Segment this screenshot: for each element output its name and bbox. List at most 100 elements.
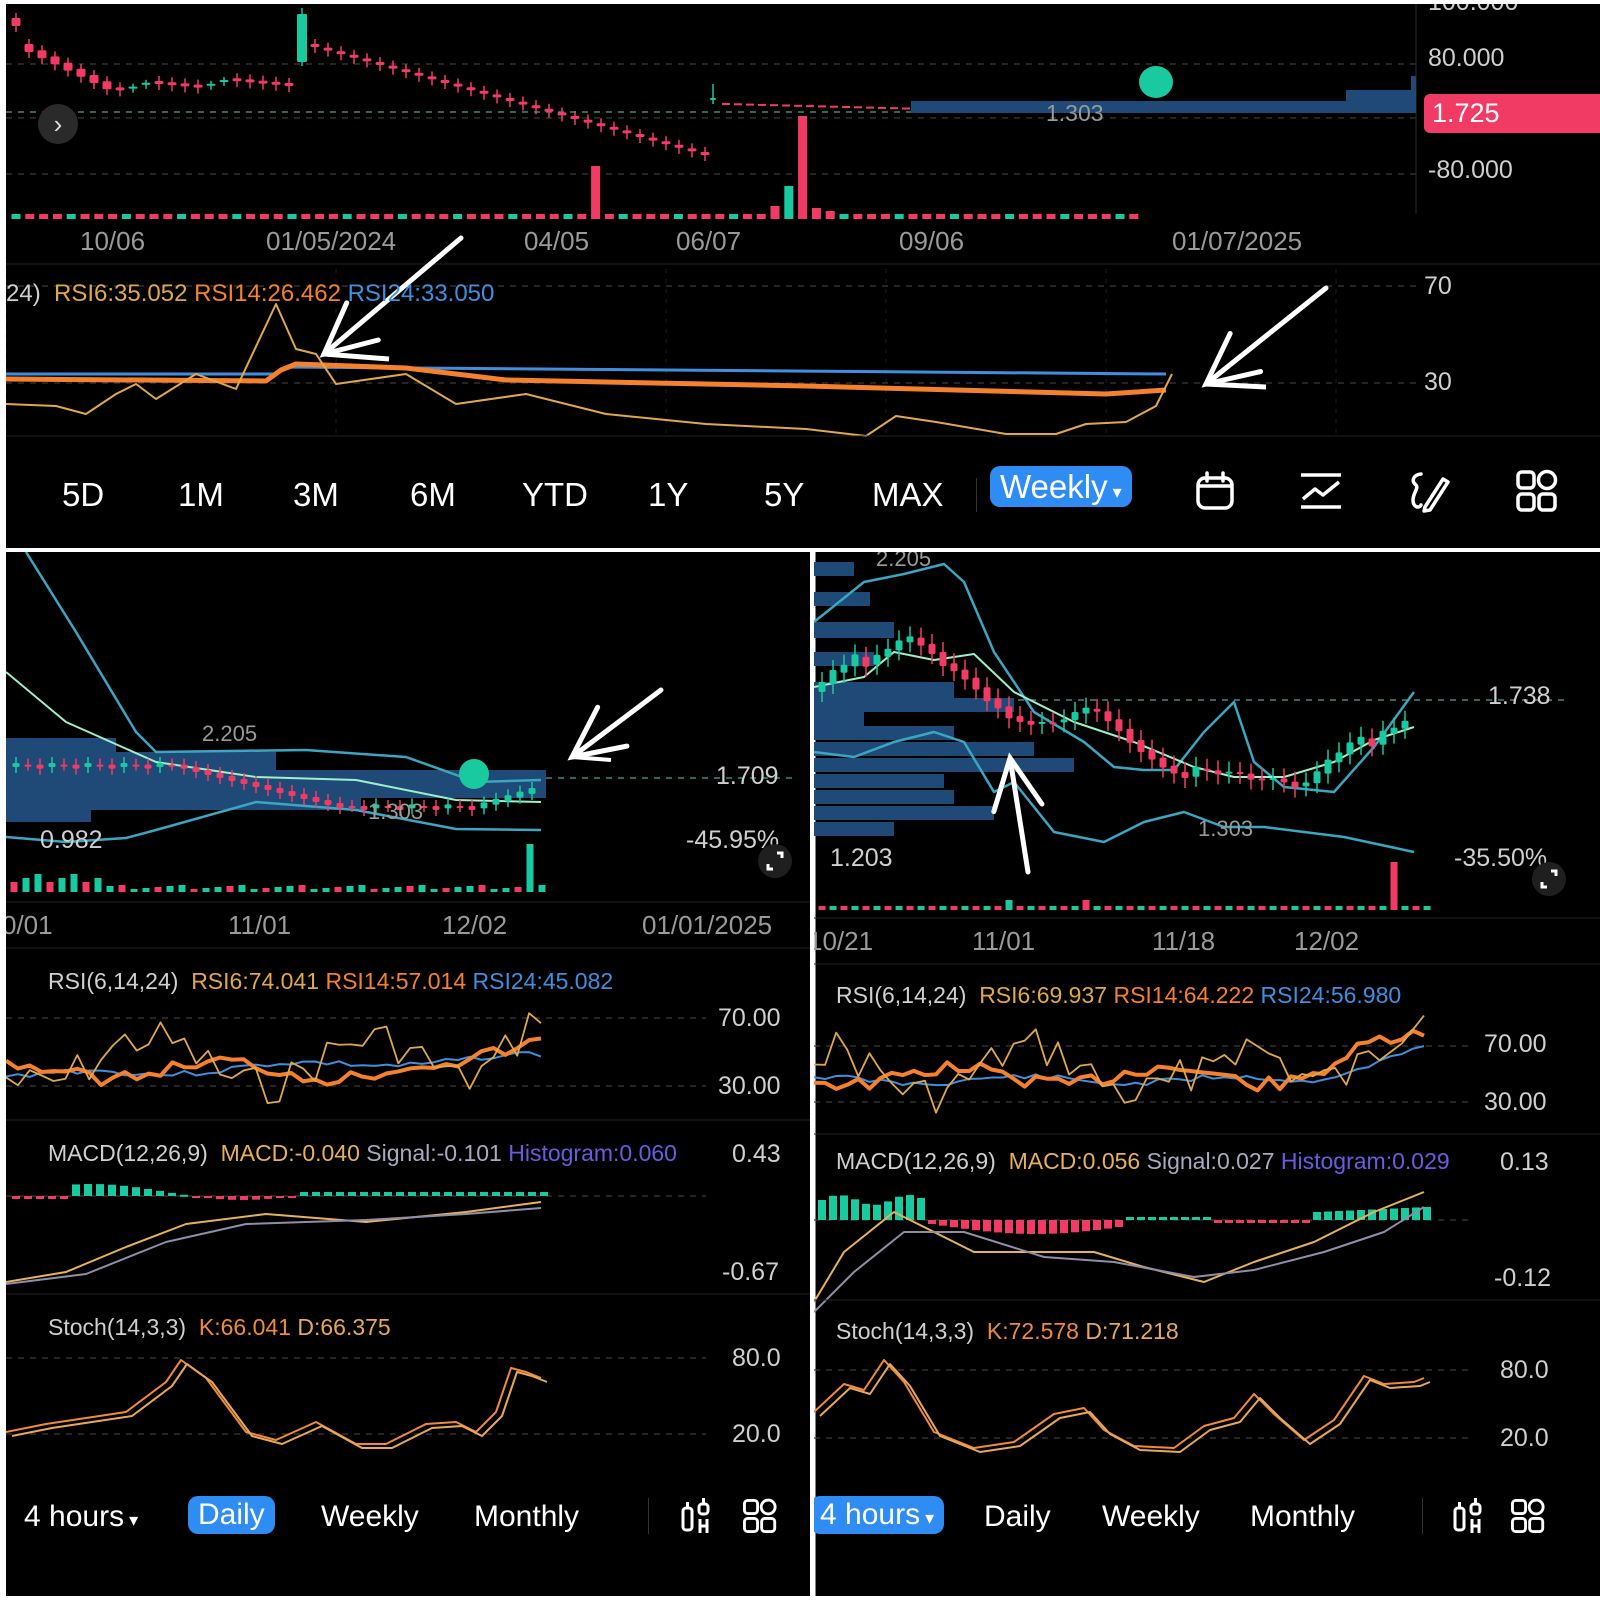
candle-body — [401, 69, 411, 73]
layout-button[interactable] — [740, 1496, 780, 1536]
volume-profile-bar — [6, 798, 361, 810]
volume-profile-bar — [6, 784, 546, 798]
macd-axis-label: 0.13 — [1500, 1148, 1549, 1176]
candle-body — [102, 81, 112, 90]
range-5d[interactable]: 5D — [62, 478, 104, 511]
indicators-button[interactable] — [1298, 468, 1344, 514]
macd-histogram-bar — [156, 1190, 164, 1196]
volume-bar — [502, 888, 510, 892]
volume-bar — [246, 214, 256, 219]
volume-bar — [1129, 214, 1139, 219]
volume-bar — [274, 887, 282, 892]
timeframe-weekly[interactable]: Weekly — [321, 1502, 419, 1532]
layout-button[interactable] — [1508, 1496, 1548, 1536]
date-label: 12/02 — [442, 910, 508, 940]
macd-histogram-bar — [360, 1192, 368, 1196]
volume-bar — [46, 882, 54, 892]
four-hour-chart-canvas[interactable] — [814, 552, 1600, 1596]
fullscreen-button[interactable] — [758, 844, 792, 878]
timeframe-weekly[interactable]: Weekly — [1102, 1502, 1200, 1532]
candle-body — [492, 94, 502, 98]
volume-bar — [825, 211, 835, 219]
expand-sidebar-button[interactable]: › — [38, 104, 78, 144]
timeframe-daily[interactable]: Daily — [188, 1496, 275, 1534]
timeframe-daily[interactable]: Daily — [984, 1502, 1051, 1532]
range-6m[interactable]: 6M — [410, 478, 456, 511]
candle-body — [168, 764, 176, 767]
macd-histogram-bar — [144, 1188, 152, 1196]
volume-bar — [1148, 906, 1156, 910]
volume-profile-bar — [814, 774, 944, 788]
date-label: 11/01 — [228, 910, 292, 940]
macd-histogram-bar — [252, 1196, 260, 1200]
macd-histogram-bar — [928, 1220, 936, 1224]
range-1y[interactable]: 1Y — [648, 478, 688, 511]
date-label: 11/01 — [972, 926, 1036, 956]
fullscreen-button[interactable] — [1532, 862, 1566, 896]
rsi-axis-label: 70.00 — [718, 1004, 781, 1032]
macd-histogram-bar — [1379, 1209, 1387, 1220]
candle-body — [504, 795, 512, 802]
volume-bar — [480, 214, 490, 219]
macd-histogram-bar — [312, 1192, 320, 1196]
candle-body — [505, 98, 515, 101]
candle-body — [1115, 719, 1123, 732]
high-price-marker: 2.205 — [202, 721, 258, 746]
interval-dropdown[interactable]: Weekly ▾ — [990, 466, 1132, 507]
volume-bar — [1093, 906, 1101, 910]
macd-histogram-bar — [408, 1192, 416, 1196]
chart-type-button[interactable] — [1450, 1496, 1486, 1536]
timeframe-monthly[interactable]: Monthly — [474, 1502, 579, 1532]
range-1m[interactable]: 1M — [178, 478, 224, 511]
candle-body — [480, 802, 488, 809]
range-3m[interactable]: 3M — [293, 478, 339, 511]
volume-bar — [334, 887, 342, 892]
timeframe-4-hours[interactable]: 4 hours ▾ — [24, 1502, 138, 1532]
timeframe-4-hours[interactable]: 4 hours ▾ — [814, 1496, 945, 1534]
volume-bar — [384, 214, 394, 219]
timeframe-monthly[interactable]: Monthly — [1250, 1502, 1355, 1532]
macd-histogram-bar — [1203, 1217, 1211, 1220]
volume-bar — [1101, 214, 1111, 219]
candle-body — [324, 800, 332, 805]
daily-chart-canvas[interactable] — [6, 552, 810, 1596]
rsi-title: RSI(6,14,24) — [836, 982, 967, 1008]
volume-bar — [770, 206, 780, 219]
macd-histogram-bar — [1225, 1220, 1233, 1223]
candle-body — [297, 14, 307, 62]
candle-body — [204, 770, 212, 775]
layout-button[interactable] — [1514, 468, 1560, 514]
macd-histogram-bar — [1027, 1220, 1035, 1234]
volume-bar — [286, 886, 294, 892]
signal-value: Signal:-0.101 — [366, 1140, 502, 1166]
macd-title: MACD(12,26,9) — [836, 1148, 996, 1174]
candle-body — [271, 81, 281, 85]
range-low-label: 1.203 — [830, 844, 893, 872]
draw-button[interactable] — [1406, 468, 1452, 514]
volume-bar — [58, 878, 66, 892]
calendar-button[interactable] — [1192, 468, 1238, 514]
candle-body — [284, 83, 294, 86]
candle-body — [348, 806, 356, 808]
volume-bar — [439, 214, 449, 219]
candle-body — [132, 764, 140, 767]
candle-body — [336, 51, 346, 55]
volume-bar — [1291, 906, 1299, 910]
chart-type-button[interactable] — [678, 1496, 714, 1536]
candle-body — [388, 65, 398, 69]
range-max[interactable]: MAX — [872, 478, 944, 511]
range-ytd[interactable]: YTD — [522, 478, 588, 511]
volume-bar — [1060, 214, 1070, 219]
volume-bar — [382, 888, 390, 892]
four-hour-chart-panel: 2.205 1.303 1.738 1.203 -35.50% 10/21 11… — [814, 552, 1600, 1596]
volume-bar — [514, 887, 522, 892]
candle-body — [312, 797, 320, 802]
volume-bar — [950, 906, 958, 910]
candle-body — [557, 112, 567, 116]
volume-profile-bar — [814, 790, 954, 804]
range-5y[interactable]: 5Y — [764, 478, 804, 511]
volume-bar — [839, 214, 849, 219]
macd-histogram-bar — [444, 1192, 452, 1196]
date-label: 01/07/2025 — [1172, 226, 1303, 256]
candle-body — [939, 652, 947, 666]
